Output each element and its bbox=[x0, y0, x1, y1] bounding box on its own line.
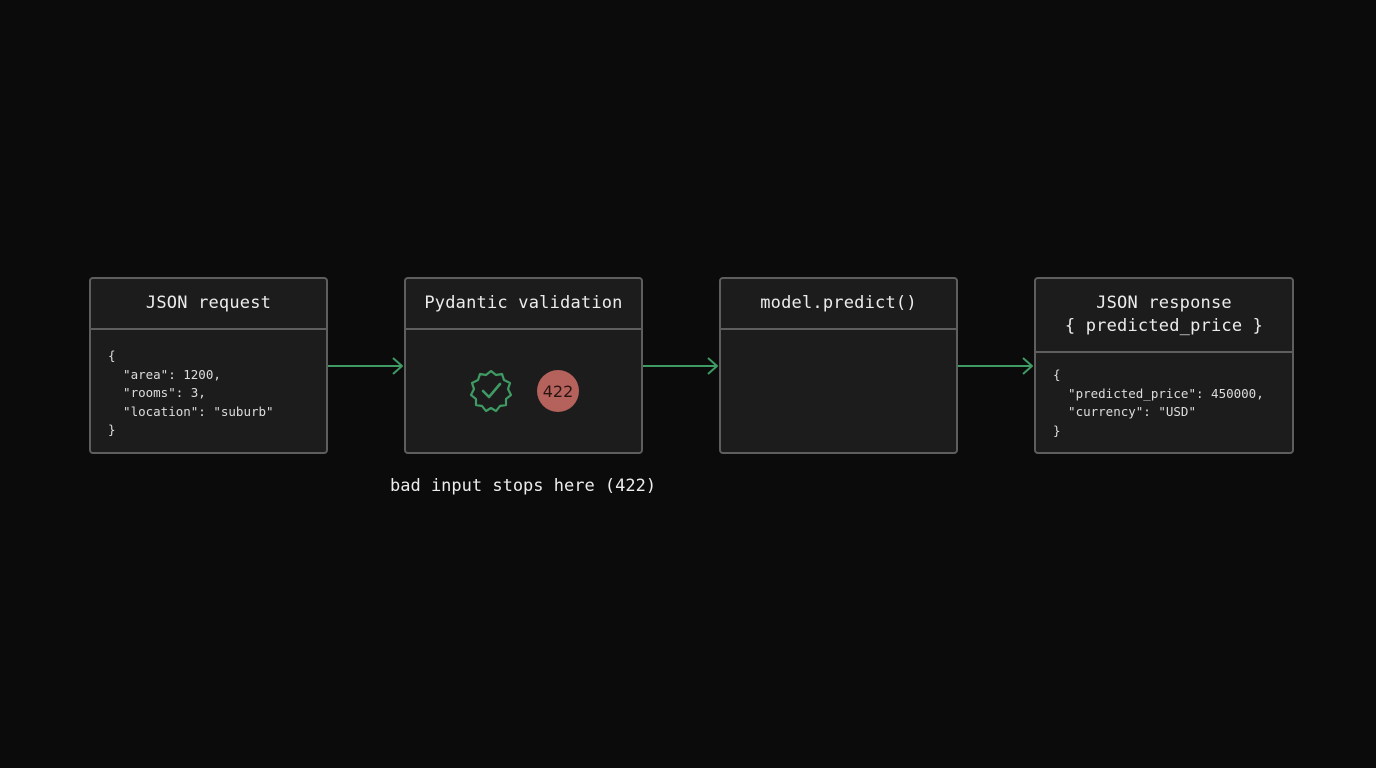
code-line: "area": 1200, bbox=[108, 366, 221, 382]
code-line: { bbox=[1053, 367, 1061, 382]
code-line: } bbox=[1053, 422, 1061, 438]
response-box-title: JSON response { predicted_price } bbox=[1036, 279, 1292, 353]
request-box: JSON request { "area": 1200, "rooms": 3,… bbox=[89, 277, 328, 454]
response-title-line: { predicted_price } bbox=[1064, 316, 1264, 336]
response-title-line: JSON response bbox=[1096, 293, 1232, 313]
code-line: "rooms": 3, bbox=[108, 385, 206, 400]
request-box-title: JSON request bbox=[91, 279, 326, 330]
response-body: { "predicted_price": 450000, "currency":… bbox=[1036, 353, 1292, 440]
code-line: "location": "suburb" bbox=[108, 403, 274, 419]
predict-box: model.predict() bbox=[719, 277, 958, 454]
error-422-badge: 422 bbox=[537, 370, 579, 412]
response-box: JSON response { predicted_price } { "pre… bbox=[1034, 277, 1294, 454]
predict-box-title: model.predict() bbox=[721, 279, 956, 330]
predict-title-text: model.predict() bbox=[760, 293, 917, 313]
code-line: } bbox=[108, 422, 116, 437]
request-title-text: JSON request bbox=[145, 293, 272, 313]
arrow-right-icon bbox=[643, 357, 718, 375]
check-badge-icon bbox=[468, 368, 514, 414]
validation-box: Pydantic validation 422 bbox=[404, 277, 643, 454]
validation-caption: bad input stops here (422) bbox=[390, 476, 657, 496]
validation-title-text: Pydantic validation bbox=[424, 293, 623, 313]
request-body: { "area": 1200, "rooms": 3, "location": … bbox=[91, 330, 326, 440]
code-line: "predicted_price": 450000, bbox=[1053, 385, 1264, 401]
arrow-right-icon bbox=[328, 357, 403, 375]
code-line: "currency": "USD" bbox=[1053, 404, 1196, 419]
arrow-right-icon bbox=[958, 357, 1033, 375]
code-line: { bbox=[108, 348, 116, 363]
validation-box-title: Pydantic validation bbox=[406, 279, 641, 330]
